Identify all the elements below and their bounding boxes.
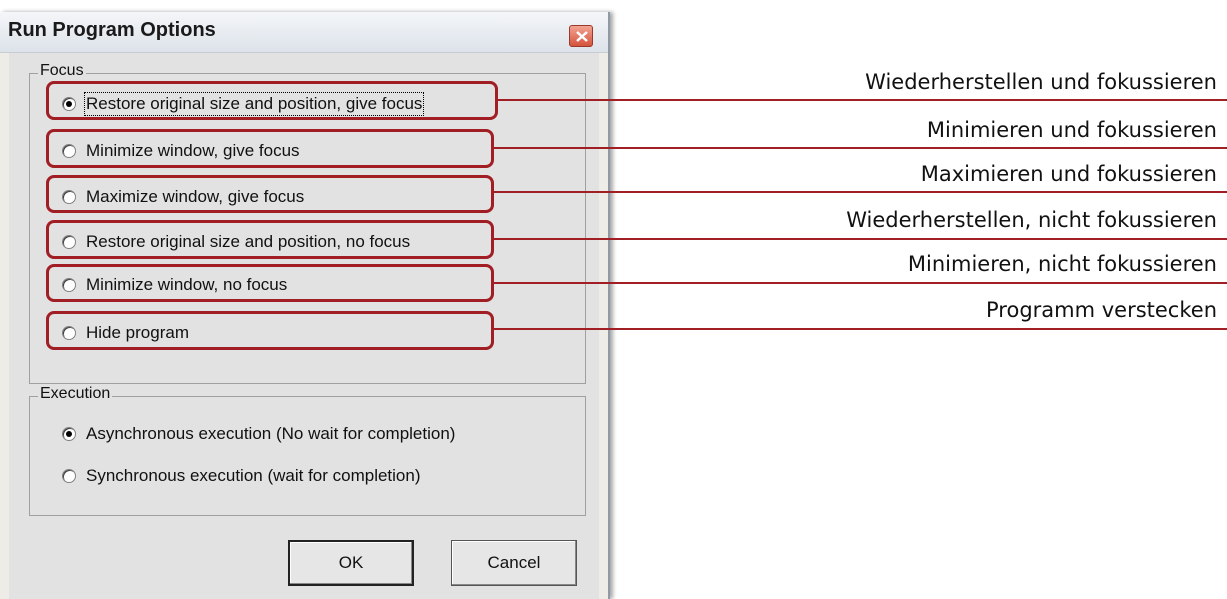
annotation-label: Wiederherstellen und fokussieren xyxy=(865,70,1217,94)
radio-async-execution[interactable]: Asynchronous execution (No wait for comp… xyxy=(62,421,455,447)
connector-line xyxy=(494,191,1227,193)
ok-button[interactable]: OK xyxy=(288,540,414,586)
focus-legend: Focus xyxy=(38,62,86,80)
close-icon xyxy=(576,31,588,42)
radio-button[interactable] xyxy=(62,469,76,483)
connector-line xyxy=(494,282,1227,284)
annotation-label: Minimieren und fokussieren xyxy=(926,118,1217,142)
highlight-frame xyxy=(46,81,498,120)
execution-legend: Execution xyxy=(38,385,113,403)
annotation-label: Minimieren, nicht fokussieren xyxy=(907,252,1217,276)
window-title: Run Program Options xyxy=(8,19,216,41)
annotation-label: Programm verstecken xyxy=(986,298,1217,322)
highlight-frame xyxy=(46,129,494,168)
radio-button[interactable] xyxy=(62,427,76,441)
cancel-button[interactable]: Cancel xyxy=(451,540,577,586)
option-label: Asynchronous execution (No wait for comp… xyxy=(86,424,456,443)
execution-groupbox: Execution xyxy=(29,385,586,516)
annotation-label: Wiederherstellen, nicht fokussieren xyxy=(846,208,1217,232)
highlight-frame xyxy=(46,175,494,213)
highlight-frame xyxy=(46,311,494,350)
connector-line xyxy=(494,328,1227,330)
close-button[interactable] xyxy=(569,25,593,47)
connector-line xyxy=(498,99,1227,101)
annotation-label: Maximieren und fokussieren xyxy=(920,162,1217,186)
radio-sync-execution[interactable]: Synchronous execution (wait for completi… xyxy=(62,463,421,489)
highlight-frame xyxy=(46,264,494,302)
highlight-frame xyxy=(46,220,494,259)
connector-line xyxy=(494,238,1227,240)
option-label: Synchronous execution (wait for completi… xyxy=(86,466,421,485)
connector-line xyxy=(494,147,1227,149)
title-bar[interactable]: Run Program Options xyxy=(0,12,608,53)
